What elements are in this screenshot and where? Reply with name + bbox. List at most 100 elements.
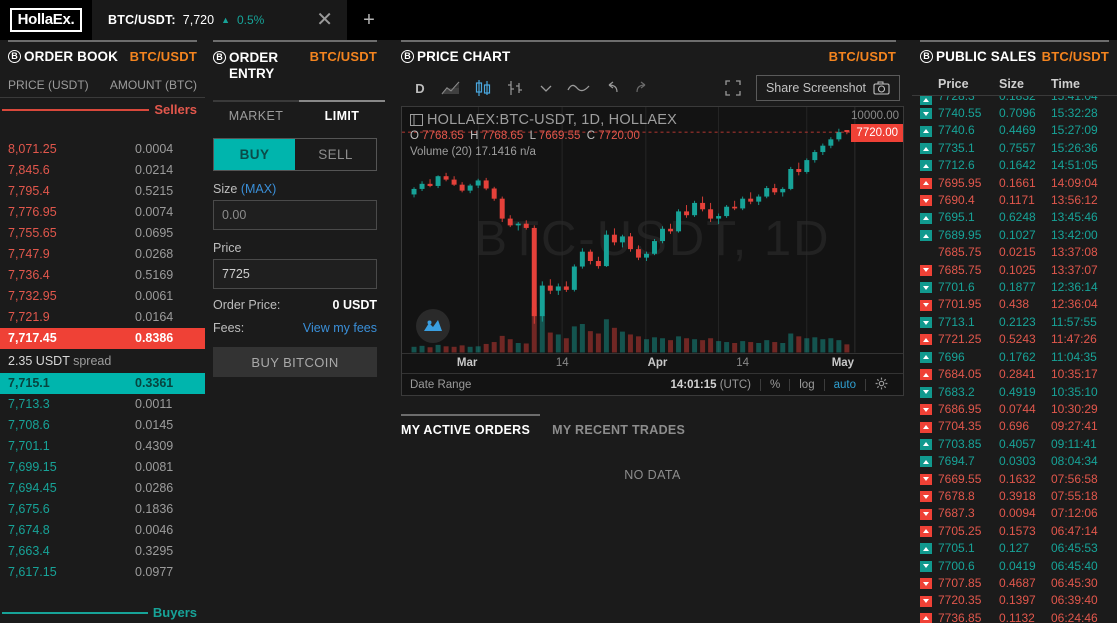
add-tab-button[interactable]: +	[347, 0, 391, 40]
size-max-link[interactable]: (MAX)	[241, 182, 276, 196]
view-my-fees-link[interactable]: View my fees	[303, 321, 377, 335]
trade-row[interactable]: 7721.25 0.5243 11:47:26	[912, 331, 1117, 348]
trade-row[interactable]: 7704.35 0.696 09:27:41	[912, 418, 1117, 435]
trade-row[interactable]: 7700.6 0.0419 06:45:40	[912, 558, 1117, 575]
trade-price: 7713.1	[938, 314, 975, 329]
trade-row[interactable]: 7707.85 0.4687 06:45:30	[912, 575, 1117, 592]
brand-logo[interactable]: HollaEx.	[0, 0, 92, 40]
chevron-down-icon[interactable]	[531, 74, 561, 102]
order-book-row[interactable]: 7,694.45 0.0286	[0, 478, 205, 499]
order-book-row[interactable]: 7,732.95 0.0061	[0, 286, 205, 307]
chart-provider-badge	[416, 309, 450, 343]
trade-row[interactable]: 7720.35 0.1397 06:39:40	[912, 592, 1117, 609]
trade-row[interactable]: 7694.7 0.0303 08:04:34	[912, 453, 1117, 470]
trade-row[interactable]: 7701.95 0.438 12:36:04	[912, 296, 1117, 313]
close-icon[interactable]: ✕	[316, 10, 333, 30]
public-sales-title-text: PUBLIC SALES	[936, 49, 1037, 64]
trade-time: 14:51:05	[1051, 158, 1098, 173]
gear-icon[interactable]	[866, 377, 897, 393]
spread-row: 2.35 USDT spread	[0, 349, 205, 373]
date-range-button[interactable]: Date Range	[402, 379, 471, 391]
auto-scale-button[interactable]: auto	[825, 379, 865, 391]
order-book-row[interactable]: 7,755.65 0.0695	[0, 223, 205, 244]
tab-limit[interactable]: LIMIT	[299, 100, 385, 128]
trade-row[interactable]: 7740.6 0.4469 15:27:09	[912, 122, 1117, 139]
log-scale-button[interactable]: log	[790, 379, 823, 391]
buy-bitcoin-button[interactable]: BUY BITCOIN	[213, 347, 377, 377]
wave-line-icon[interactable]	[561, 74, 597, 102]
order-book-row[interactable]: 7,717.45 0.8386	[0, 328, 205, 349]
trade-row[interactable]: 7689.95 0.1027 13:42:00	[912, 227, 1117, 244]
order-book-row[interactable]: 7,674.8 0.0046	[0, 520, 205, 541]
order-book-row[interactable]: 7,617.15 0.0977	[0, 562, 205, 583]
trade-row[interactable]: 7703.85 0.4057 09:11:41	[912, 436, 1117, 453]
trade-row[interactable]: 7735.1 0.7557 15:26:36	[912, 140, 1117, 157]
trade-row[interactable]: 7687.3 0.0094 07:12:06	[912, 505, 1117, 522]
buy-button[interactable]: BUY	[214, 139, 295, 170]
order-book-row[interactable]: 7,713.3 0.0011	[0, 394, 205, 415]
order-book-row[interactable]: 7,715.1 0.3361	[0, 373, 205, 394]
price-chart-pair: BTC/USDT	[828, 49, 896, 64]
order-book-row[interactable]: 7,736.4 0.5169	[0, 265, 205, 286]
order-book-row[interactable]: 8,071.25 0.0004	[0, 139, 205, 160]
interval-button-d[interactable]: D	[405, 74, 435, 102]
trade-row[interactable]: 7685.75 0.0215 13:37:08	[912, 244, 1117, 261]
order-book-row[interactable]: 7,701.1 0.4309	[0, 436, 205, 457]
trade-row[interactable]: 7685.75 0.1025 13:37:07	[912, 262, 1117, 279]
order-book-columns: PRICE (USDT) AMOUNT (BTC)	[0, 70, 205, 98]
order-book-panel: ORDER BOOK BTC/USDT PRICE (USDT) AMOUNT …	[0, 40, 205, 623]
trade-row[interactable]: 7695.1 0.6248 13:45:46	[912, 209, 1117, 226]
trade-size: 0.1171	[999, 193, 1035, 208]
trade-row[interactable]: 7669.55 0.1632 07:56:58	[912, 471, 1117, 488]
market-tab-btc-usdt[interactable]: BTC/USDT: 7,720 ▲ 0.5% ✕	[92, 0, 347, 40]
area-chart-icon[interactable]	[435, 74, 467, 102]
order-book-row[interactable]: 7,675.6 0.1836	[0, 499, 205, 520]
tab-my-active-orders[interactable]: MY ACTIVE ORDERS	[401, 414, 541, 442]
trade-row[interactable]: 7686.95 0.0744 10:30:29	[912, 401, 1117, 418]
trade-row[interactable]: 7690.4 0.1171 13:56:12	[912, 192, 1117, 209]
tab-market[interactable]: MARKET	[213, 100, 299, 128]
order-book-row[interactable]: 7,747.9 0.0268	[0, 244, 205, 265]
percent-scale-button[interactable]: %	[761, 379, 789, 391]
order-book-row[interactable]: 7,795.4 0.5215	[0, 181, 205, 202]
order-book-row[interactable]: 7,663.4 0.3295	[0, 541, 205, 562]
share-screenshot-button[interactable]: Share Screenshot	[755, 75, 900, 101]
trade-row[interactable]: 7713.1 0.2123 11:57:55	[912, 314, 1117, 331]
tab-my-recent-trades[interactable]: MY RECENT TRADES	[552, 414, 695, 442]
order-book-row[interactable]: 7,776.95 0.0074	[0, 202, 205, 223]
size-input[interactable]	[213, 200, 377, 230]
candlestick-icon[interactable]	[467, 74, 499, 102]
chart-canvas[interactable]: BTC-USDT, 1D 10000.00 HOLLAEX:BTC-USDT, …	[401, 106, 904, 396]
redo-arrow-icon[interactable]	[627, 74, 657, 102]
order-book-row[interactable]: 7,721.9 0.0164	[0, 307, 205, 328]
bar-chart-icon[interactable]	[499, 74, 531, 102]
trade-row[interactable]: 7736.85 0.1132 06:24:46	[912, 610, 1117, 623]
trade-row[interactable]: 7684.05 0.2841 10:35:17	[912, 366, 1117, 383]
trade-row[interactable]: 7740.55 0.7096 15:32:28	[912, 105, 1117, 122]
trade-row[interactable]: 7705.25 0.1573 06:47:14	[912, 523, 1117, 540]
trade-row[interactable]: 7678.8 0.3918 07:55:18	[912, 488, 1117, 505]
trade-row[interactable]: 7696 0.1762 11:04:35	[912, 349, 1117, 366]
trade-price: 7687.3	[938, 506, 975, 521]
trade-row[interactable]: 7712.6 0.1642 14:51:05	[912, 157, 1117, 174]
fullscreen-icon[interactable]	[718, 74, 748, 102]
trade-row[interactable]: 7701.6 0.1877 12:36:14	[912, 279, 1117, 296]
trade-row[interactable]: 7705.1 0.127 06:45:53	[912, 540, 1117, 557]
public-sales-list[interactable]: 7728.30.183215:41:047740.550.709615:32:2…	[912, 96, 1117, 623]
order-book-row[interactable]: 7,699.15 0.0081	[0, 457, 205, 478]
trade-row[interactable]: 7728.30.183215:41:04	[912, 96, 1117, 105]
undo-arrow-icon[interactable]	[597, 74, 627, 102]
trade-row[interactable]: 7695.95 0.1661 14:09:04	[912, 175, 1117, 192]
order-amount: 0.0046	[135, 523, 174, 537]
trade-size: 0.1642	[999, 158, 1036, 173]
logo-text: HollaEx.	[9, 8, 83, 32]
order-book-row[interactable]: 7,845.6 0.0214	[0, 160, 205, 181]
buyers-divider: Buyers	[0, 603, 205, 623]
order-book-row[interactable]: 7,708.6 0.0145	[0, 415, 205, 436]
price-input[interactable]	[213, 259, 377, 289]
sell-button[interactable]: SELL	[295, 139, 376, 170]
trade-row[interactable]: 7683.2 0.4919 10:35:10	[912, 384, 1117, 401]
trade-time: 10:35:17	[1051, 367, 1098, 382]
tab-price: 7,720	[182, 13, 215, 27]
price-chart-title: PRICE CHART	[401, 49, 510, 64]
